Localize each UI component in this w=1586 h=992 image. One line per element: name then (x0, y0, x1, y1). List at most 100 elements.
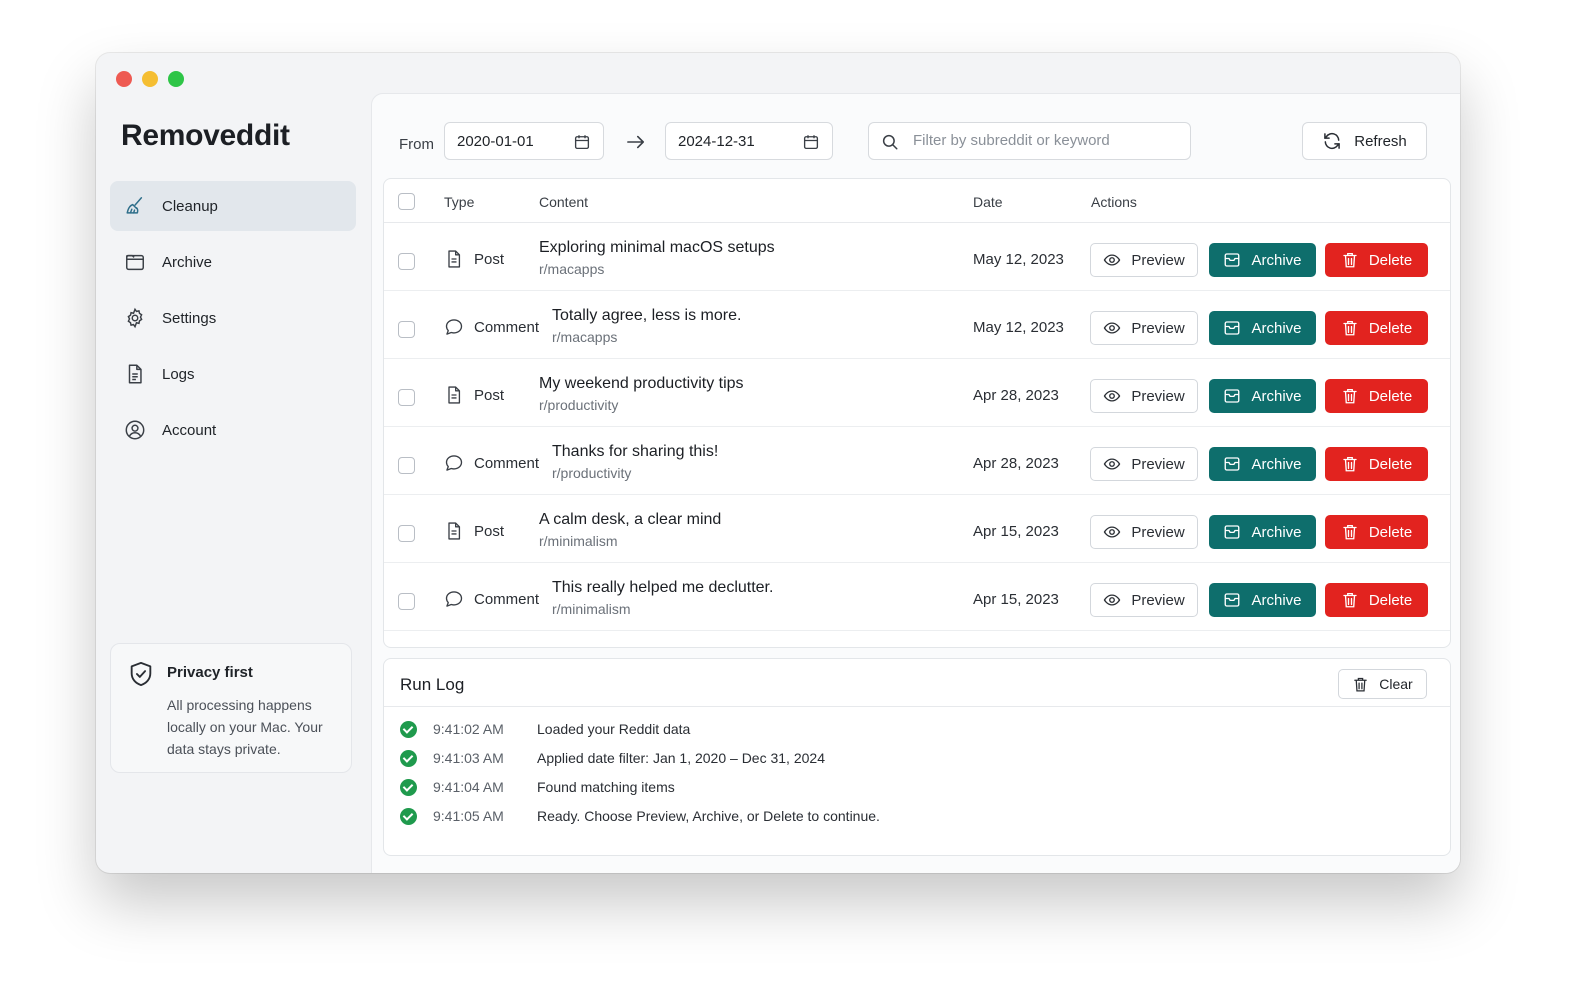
search-box[interactable] (868, 122, 1191, 160)
row-checkbox[interactable] (398, 525, 415, 542)
item-subreddit: r/minimalism (552, 601, 631, 617)
row-checkbox[interactable] (398, 321, 415, 338)
archive-box-icon (1225, 457, 1240, 471)
archive-label: Archive (1251, 523, 1302, 541)
sidebar-item-label: Logs (162, 365, 195, 383)
calendar-icon[interactable] (573, 133, 591, 151)
delete-button[interactable]: Delete (1325, 447, 1428, 481)
table-row: Post My weekend productivity tips r/prod… (384, 359, 1450, 427)
log-message: Loaded your Reddit data (537, 721, 691, 737)
delete-button[interactable]: Delete (1325, 583, 1428, 617)
refresh-label: Refresh (1354, 132, 1407, 150)
delete-button[interactable]: Delete (1325, 379, 1428, 413)
post-document-icon (448, 386, 461, 404)
trash-icon (1343, 252, 1357, 268)
minimize-window-button[interactable] (142, 71, 158, 87)
comment-bubble-icon (445, 591, 463, 607)
item-content: This really helped me declutter. r/minim… (552, 579, 773, 617)
preview-label: Preview (1131, 591, 1185, 609)
main-panel: From 2020-01-01 2024-12-31 Refresh Type … (371, 93, 1460, 873)
select-all-checkbox[interactable] (398, 193, 415, 210)
trash-icon (1343, 320, 1357, 336)
row-checkbox[interactable] (398, 593, 415, 610)
delete-label: Delete (1368, 319, 1413, 337)
arrow-right-icon (627, 135, 645, 149)
item-subreddit: r/productivity (539, 397, 619, 413)
zoom-window-button[interactable] (168, 71, 184, 87)
trash-icon (1343, 388, 1357, 404)
archive-label: Archive (1251, 455, 1302, 473)
refresh-button[interactable]: Refresh (1302, 122, 1427, 160)
sidebar-item-label: Archive (162, 253, 213, 271)
sidebar-item-archive[interactable]: Archive (110, 237, 356, 287)
trash-icon (1343, 524, 1357, 540)
sidebar-item-cleanup[interactable]: Cleanup (110, 181, 356, 231)
table-row: Post Exploring minimal macOS setups r/ma… (384, 223, 1450, 291)
clear-log-button[interactable]: Clear (1338, 669, 1427, 699)
column-header-date: Date (973, 194, 1003, 210)
item-type: Post (444, 249, 504, 269)
archive-button[interactable]: Archive (1209, 311, 1316, 345)
close-window-button[interactable] (116, 71, 132, 87)
archive-button[interactable]: Archive (1209, 515, 1316, 549)
preview-button[interactable]: Preview (1090, 379, 1198, 413)
search-input[interactable] (913, 132, 1183, 149)
user-circle-icon (125, 420, 145, 440)
sidebar-item-account[interactable]: Account (110, 405, 356, 455)
table-row: Comment Thanks for sharing this! r/produ… (384, 427, 1450, 495)
preview-button[interactable]: Preview (1090, 311, 1198, 345)
refresh-icon (1324, 132, 1341, 150)
archive-button[interactable]: Archive (1209, 243, 1316, 277)
delete-label: Delete (1368, 387, 1413, 405)
sidebar-nav: Cleanup Archive Settings Logs Account (110, 181, 356, 461)
preview-label: Preview (1131, 319, 1185, 337)
sidebar-item-label: Settings (162, 309, 217, 327)
row-checkbox[interactable] (398, 389, 415, 406)
delete-button[interactable]: Delete (1325, 311, 1428, 345)
calendar-icon[interactable] (802, 133, 820, 151)
log-entry: 9:41:02 AM Loaded your Reddit data (400, 719, 690, 739)
preview-button[interactable]: Preview (1090, 243, 1198, 277)
item-date: May 12, 2023 (973, 251, 1064, 268)
item-type-label: Post (474, 250, 505, 268)
broom-icon (126, 197, 143, 214)
delete-button[interactable]: Delete (1325, 243, 1428, 277)
item-content: Totally agree, less is more. r/macapps (552, 307, 741, 345)
item-subreddit: r/productivity (552, 465, 632, 481)
sidebar-item-logs[interactable]: Logs (110, 349, 356, 399)
archive-box-icon (1225, 321, 1240, 335)
row-checkbox[interactable] (398, 457, 415, 474)
privacy-card: Privacy first All processing happens loc… (110, 643, 352, 773)
preview-button[interactable]: Preview (1090, 515, 1198, 549)
run-log-title: Run Log (400, 675, 465, 694)
row-checkbox[interactable] (398, 253, 415, 270)
success-check-icon (400, 778, 417, 796)
item-type-label: Post (474, 522, 505, 540)
eye-icon (1104, 390, 1121, 402)
document-icon (128, 364, 142, 384)
item-title: A calm desk, a clear mind (539, 511, 722, 528)
success-check-icon (400, 807, 417, 825)
item-type-label: Comment (474, 454, 540, 472)
item-date: May 12, 2023 (973, 319, 1064, 336)
item-type-label: Post (474, 386, 505, 404)
archive-button[interactable]: Archive (1209, 447, 1316, 481)
log-time: 9:41:03 AM (433, 750, 504, 766)
item-title: My weekend productivity tips (539, 375, 744, 392)
archive-button[interactable]: Archive (1209, 583, 1316, 617)
sidebar-item-settings[interactable]: Settings (110, 293, 356, 343)
delete-button[interactable]: Delete (1325, 515, 1428, 549)
from-date-field[interactable]: 2020-01-01 (444, 122, 604, 160)
table-header: Type Content Date Actions (384, 179, 1450, 223)
archive-button[interactable]: Archive (1209, 379, 1316, 413)
to-date-value: 2024-12-31 (678, 132, 755, 150)
to-date-field[interactable]: 2024-12-31 (665, 122, 833, 160)
log-time: 9:41:02 AM (433, 721, 504, 737)
trash-icon (1354, 677, 1368, 692)
preview-button[interactable]: Preview (1090, 447, 1198, 481)
privacy-text: All processing happens locally on your M… (167, 697, 323, 757)
trash-icon (1343, 456, 1357, 472)
preview-button[interactable]: Preview (1090, 583, 1198, 617)
trash-icon (1343, 592, 1357, 608)
from-date-value: 2020-01-01 (457, 132, 534, 150)
